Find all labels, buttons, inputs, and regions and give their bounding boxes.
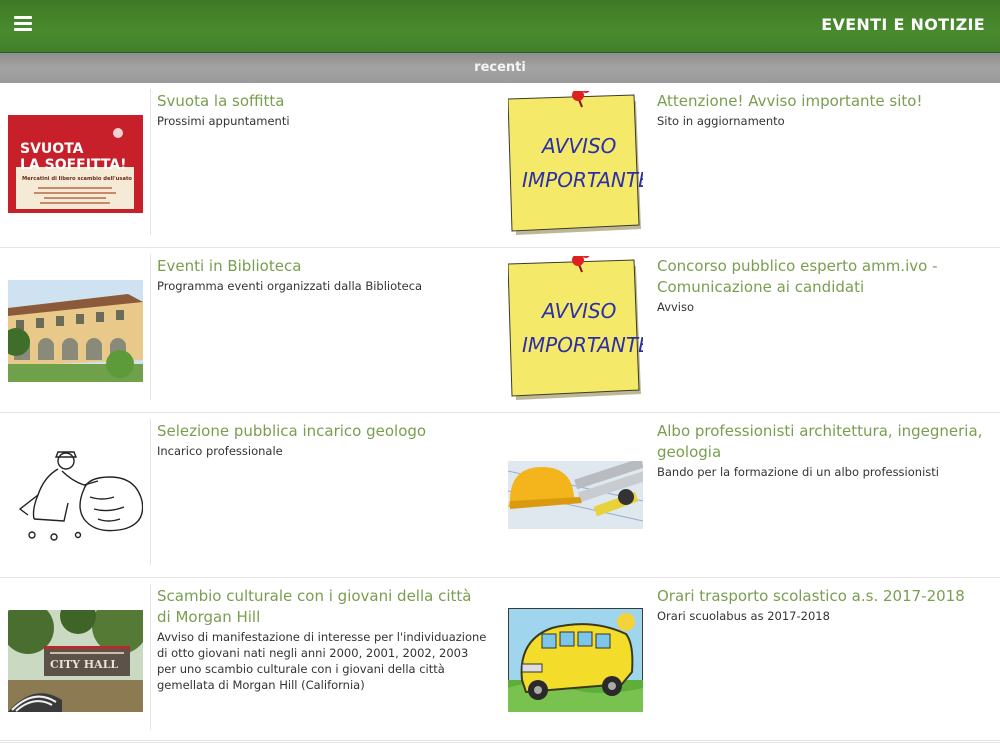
news-description: Orari scuolabus as 2017-2018 bbox=[657, 609, 830, 623]
hamburger-menu-icon[interactable] bbox=[14, 16, 32, 32]
news-list: SVUOTA LA SOFFITTA! Mercatini di libero … bbox=[0, 83, 1000, 743]
news-item-selezione-geologo[interactable]: Selezione pubblica incarico geologo Inca… bbox=[0, 413, 500, 577]
news-title: Selezione pubblica incarico geologo bbox=[157, 422, 427, 440]
divider bbox=[150, 419, 151, 565]
school-bus-cartoon-thumbnail bbox=[508, 608, 643, 712]
construction-helmet-photo bbox=[508, 461, 643, 529]
svg-text:AVVISO: AVVISO bbox=[540, 299, 616, 323]
news-description: Programma eventi organizzati dalla Bibli… bbox=[157, 279, 423, 293]
news-description: Prossimi appuntamenti bbox=[157, 114, 290, 128]
avviso-importante-postit-thumbnail: AVVISO IMPORTANTE bbox=[508, 256, 643, 404]
news-title: Scambio culturale con i giovani della ci… bbox=[157, 587, 472, 626]
list-row: Selezione pubblica incarico geologo Inca… bbox=[0, 413, 1000, 578]
biblioteca-building-photo bbox=[8, 280, 143, 382]
app-title: EVENTI E NOTIZIE bbox=[821, 15, 985, 34]
news-title: Concorso pubblico esperto amm.ivo - Comu… bbox=[657, 257, 938, 296]
divider bbox=[150, 584, 151, 730]
avviso-importante-postit-thumbnail: AVVISO IMPORTANTE bbox=[508, 91, 643, 239]
svg-text:SVUOTA: SVUOTA bbox=[20, 141, 84, 157]
news-description: Sito in aggiornamento bbox=[657, 114, 785, 128]
news-description: Avviso bbox=[657, 300, 695, 314]
svg-text:Mercatini di libero scambio de: Mercatini di libero scambio dell'usato bbox=[22, 176, 132, 182]
news-item-svuota-la-soffitta[interactable]: SVUOTA LA SOFFITTA! Mercatini di libero … bbox=[0, 83, 500, 247]
top-app-bar: EVENTI E NOTIZIE bbox=[0, 0, 1000, 53]
divider bbox=[150, 254, 151, 400]
svg-text:LA SOFFITTA!: LA SOFFITTA! bbox=[20, 157, 127, 173]
svg-text:IMPORTANTE: IMPORTANTE bbox=[522, 333, 643, 357]
city-hall-photo: CITY HALL bbox=[8, 610, 143, 712]
svuota-la-soffitta-thumbnail: SVUOTA LA SOFFITTA! Mercatini di libero … bbox=[8, 115, 143, 213]
list-row: SVUOTA LA SOFFITTA! Mercatini di libero … bbox=[0, 83, 1000, 248]
news-description: Avviso di manifestazione di interesse pe… bbox=[157, 630, 487, 692]
news-item-orari-trasporto[interactable]: Orari trasporto scolastico a.s. 2017-201… bbox=[500, 578, 1000, 742]
list-bottom-divider bbox=[0, 740, 1000, 741]
section-label: recenti bbox=[474, 60, 526, 75]
news-description: Incarico professionale bbox=[157, 444, 283, 458]
list-row: Eventi in Biblioteca Programma eventi or… bbox=[0, 248, 1000, 413]
section-header: recenti bbox=[0, 53, 1000, 83]
news-item-albo-professionisti[interactable]: Albo professionisti architettura, ingegn… bbox=[500, 413, 1000, 577]
news-item-concorso-pubblico[interactable]: AVVISO IMPORTANTE Concorso pubblico espe… bbox=[500, 248, 1000, 412]
news-item-eventi-in-biblioteca[interactable]: Eventi in Biblioteca Programma eventi or… bbox=[0, 248, 500, 412]
news-title: Svuota la soffitta bbox=[157, 92, 285, 110]
geologist-drawing-thumbnail bbox=[8, 449, 143, 541]
news-item-scambio-culturale[interactable]: CITY HALL Scambio culturale con i giovan… bbox=[0, 578, 500, 742]
news-title: Attenzione! Avviso importante sito! bbox=[657, 92, 923, 110]
svg-text:IMPORTANTE: IMPORTANTE bbox=[522, 168, 643, 192]
news-item-avviso-importante-sito[interactable]: AVVISO IMPORTANTE Attenzione! Avviso imp… bbox=[500, 83, 1000, 247]
news-title: Orari trasporto scolastico a.s. 2017-201… bbox=[657, 587, 965, 605]
list-row: CITY HALL Scambio culturale con i giovan… bbox=[0, 578, 1000, 743]
news-description: Bando per la formazione di un albo profe… bbox=[657, 465, 939, 479]
news-title: Albo professionisti architettura, ingegn… bbox=[657, 422, 983, 461]
svg-text:AVVISO: AVVISO bbox=[540, 134, 616, 158]
divider bbox=[150, 89, 151, 235]
svg-text:CITY HALL: CITY HALL bbox=[50, 658, 118, 671]
news-title: Eventi in Biblioteca bbox=[157, 257, 302, 275]
